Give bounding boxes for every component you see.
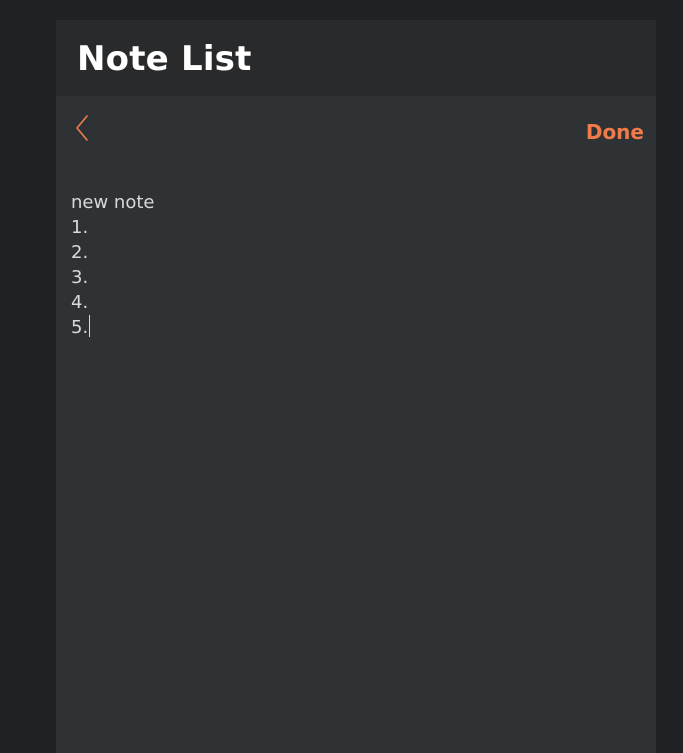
note-line-5: 5. [71,317,89,338]
note-title: new note [71,192,155,213]
note-line-5-row: 5. [71,315,641,340]
back-button[interactable] [70,113,94,143]
page-title: Note List [77,39,252,79]
note-app: Note List Done new note 1. 2. 3. 4. 5. [56,20,656,753]
chevron-left-icon [76,115,88,141]
note-editor[interactable]: new note 1. 2. 3. 4. 5. [56,176,656,340]
note-line-4: 4. [71,292,89,313]
done-button[interactable]: Done [586,120,644,144]
text-caret [89,315,91,337]
note-line-3: 3. [71,267,89,288]
editor-toolbar: Done [56,96,656,176]
note-line-1: 1. [71,217,89,238]
note-line-2: 2. [71,242,89,263]
app-header: Note List [56,20,656,96]
